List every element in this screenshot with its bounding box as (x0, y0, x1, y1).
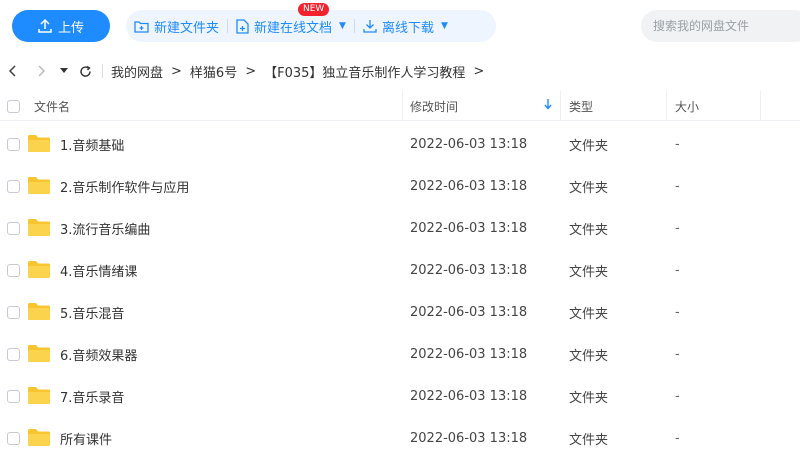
file-type: 文件夹 (569, 306, 609, 322)
column-header-modified[interactable]: 修改时间 (410, 91, 458, 121)
modified-time: 2022-06-03 13:18 (410, 304, 528, 320)
select-all-checkbox[interactable] (7, 91, 20, 121)
nav-divider (102, 64, 103, 78)
folder-icon (28, 345, 50, 362)
modified-time: 2022-06-03 13:18 (410, 346, 528, 362)
file-name[interactable]: 6.音频效果器 (60, 333, 137, 375)
table-row[interactable]: 所有课件 2022-06-03 13:18 文件夹 - (0, 417, 800, 459)
modified-time: 2022-06-03 13:18 (410, 388, 528, 404)
toolbar: 上传 新建文件夹 新建在线文档 ▼ NEW 离线下载 ▼ 搜索我的网盘文件 (0, 0, 800, 50)
refresh-icon[interactable] (74, 60, 96, 82)
folder-icon (28, 387, 50, 404)
breadcrumb-separator: > (473, 63, 485, 79)
file-type: 文件夹 (569, 180, 609, 196)
new-folder-label: 新建文件夹 (154, 20, 220, 36)
file-type: 文件夹 (569, 138, 609, 154)
upload-button[interactable]: 上传 (12, 10, 110, 42)
folder-icon (28, 135, 50, 152)
table-row[interactable]: 6.音频效果器 2022-06-03 13:18 文件夹 - (0, 333, 800, 375)
file-type: 文件夹 (569, 390, 609, 406)
table-row[interactable]: 5.音乐混音 2022-06-03 13:18 文件夹 - (0, 291, 800, 333)
history-dropdown-icon[interactable] (56, 60, 72, 82)
column-divider (760, 91, 761, 121)
row-checkbox[interactable] (7, 264, 20, 277)
file-size: - (675, 304, 680, 320)
file-name[interactable]: 1.音频基础 (60, 123, 124, 165)
table-row[interactable]: 7.音乐录音 2022-06-03 13:18 文件夹 - (0, 375, 800, 417)
file-type: 文件夹 (569, 222, 609, 238)
column-divider (560, 91, 561, 121)
folder-icon (28, 303, 50, 320)
file-name[interactable]: 3.流行音乐编曲 (60, 207, 150, 249)
offline-download-button[interactable]: 离线下载 ▼ (355, 10, 456, 42)
forward-arrow-icon[interactable] (30, 60, 52, 82)
back-arrow-icon[interactable] (2, 60, 24, 82)
file-size: - (675, 136, 680, 152)
file-name[interactable]: 5.音乐混音 (60, 291, 124, 333)
modified-time: 2022-06-03 13:18 (410, 430, 528, 446)
file-name[interactable]: 2.音乐制作软件与应用 (60, 165, 189, 207)
upload-button-label: 上传 (57, 20, 84, 36)
file-type: 文件夹 (569, 348, 609, 364)
modified-time: 2022-06-03 13:18 (410, 262, 528, 278)
search-input[interactable] (641, 10, 800, 42)
column-divider (402, 91, 403, 121)
file-size: - (675, 346, 680, 362)
navigation-bar: 我的网盘 > 样猫6号 > 【F035】独立音乐制作人学习教程 > (0, 56, 800, 86)
breadcrumb-item-current[interactable]: 【F035】独立音乐制作人学习教程 (264, 62, 465, 81)
table-row[interactable]: 1.音频基础 2022-06-03 13:18 文件夹 - (0, 123, 800, 165)
file-size: - (675, 388, 680, 404)
modified-time: 2022-06-03 13:18 (410, 178, 528, 194)
action-group: 新建文件夹 新建在线文档 ▼ NEW 离线下载 ▼ (126, 3, 496, 42)
new-doc-icon (236, 18, 249, 34)
row-checkbox[interactable] (7, 432, 20, 445)
file-size: - (675, 178, 680, 194)
modified-time: 2022-06-03 13:18 (410, 136, 528, 152)
breadcrumb: 我的网盘 > 样猫6号 > 【F035】独立音乐制作人学习教程 > (111, 62, 492, 81)
folder-icon (28, 177, 50, 194)
new-folder-icon (134, 20, 149, 33)
download-icon (363, 20, 377, 33)
file-size: - (675, 220, 680, 236)
file-name[interactable]: 4.音乐情绪课 (60, 249, 137, 291)
file-size: - (675, 262, 680, 278)
breadcrumb-item[interactable]: 样猫6号 (190, 62, 237, 81)
modified-time: 2022-06-03 13:18 (410, 220, 528, 236)
table-row[interactable]: 4.音乐情绪课 2022-06-03 13:18 文件夹 - (0, 249, 800, 291)
file-name[interactable]: 7.音乐录音 (60, 375, 124, 417)
table-row[interactable]: 3.流行音乐编曲 2022-06-03 13:18 文件夹 - (0, 207, 800, 249)
row-checkbox[interactable] (7, 348, 20, 361)
new-online-doc-button[interactable]: 新建在线文档 ▼ NEW (228, 3, 354, 42)
file-size: - (675, 430, 680, 446)
folder-icon (28, 261, 50, 278)
sort-down-arrow-icon[interactable] (544, 99, 552, 113)
new-online-doc-label: 新建在线文档 (254, 20, 333, 36)
row-checkbox[interactable] (7, 222, 20, 235)
breadcrumb-separator: > (171, 63, 182, 79)
column-header-name[interactable]: 文件名 (34, 91, 70, 121)
new-badge: NEW (298, 3, 330, 16)
column-header-type[interactable]: 类型 (569, 91, 593, 121)
upload-icon (38, 19, 52, 33)
file-name[interactable]: 所有课件 (60, 417, 112, 459)
row-checkbox[interactable] (7, 138, 20, 151)
breadcrumb-separator: > (245, 63, 257, 79)
chevron-down-icon: ▼ (440, 21, 448, 31)
folder-icon (28, 219, 50, 236)
row-checkbox[interactable] (7, 306, 20, 319)
row-checkbox[interactable] (7, 180, 20, 193)
offline-download-label: 离线下载 (381, 20, 434, 36)
chevron-down-icon: ▼ (339, 21, 346, 31)
breadcrumb-item[interactable]: 我的网盘 (111, 62, 163, 81)
new-folder-button[interactable]: 新建文件夹 (126, 10, 227, 42)
row-checkbox[interactable] (7, 390, 20, 403)
table-header: 文件名 修改时间 类型 大小 (0, 91, 800, 121)
file-type: 文件夹 (569, 264, 609, 280)
file-type: 文件夹 (569, 432, 609, 448)
table-row[interactable]: 2.音乐制作软件与应用 2022-06-03 13:18 文件夹 - (0, 165, 800, 207)
folder-icon (28, 429, 50, 446)
column-divider (666, 91, 667, 121)
column-header-size[interactable]: 大小 (675, 91, 699, 121)
